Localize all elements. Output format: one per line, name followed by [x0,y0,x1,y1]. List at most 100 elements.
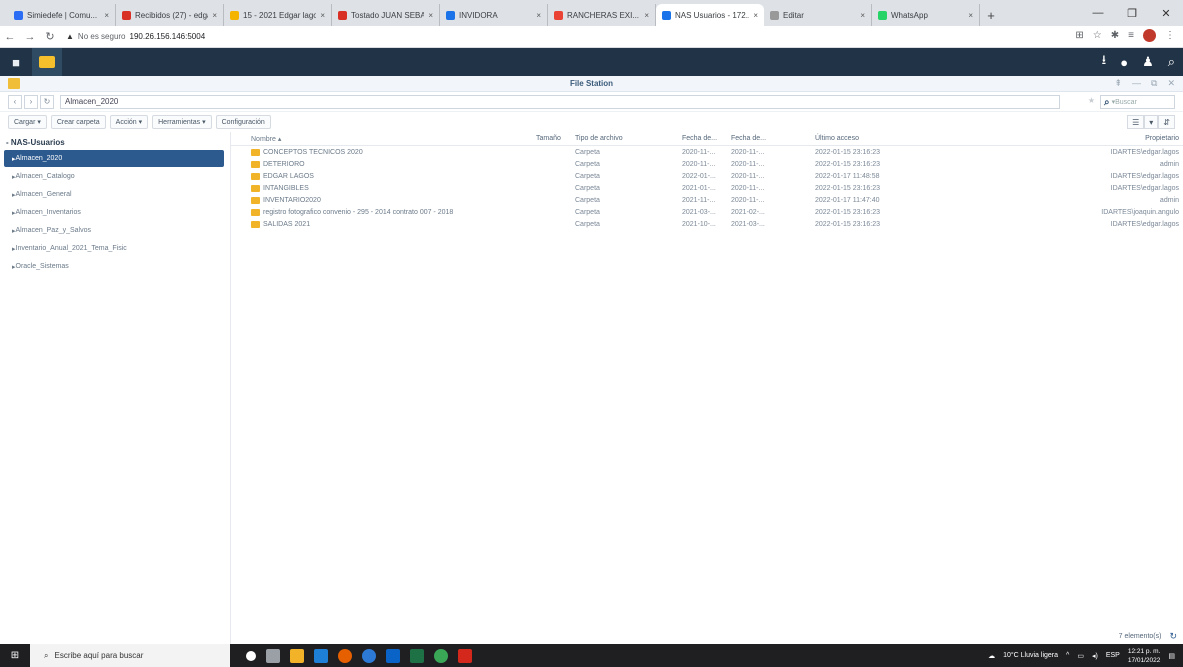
forward-button[interactable]: › [24,94,38,109]
translate-icon[interactable]: ⊞ [1075,30,1083,41]
user-icon[interactable]: ♟ [1142,54,1154,70]
view-dropdown-icon[interactable]: ▾ [1144,115,1159,129]
upload-button[interactable]: Cargar ▾ [8,115,47,129]
table-row[interactable]: EDGAR LAGOS Carpeta 2022-01-... 2020-11-...… [231,170,1183,182]
table-row[interactable]: INTANGIBLES Carpeta 2021-01-... 2020-11-...… [231,182,1183,194]
tab-close-icon[interactable]: × [428,11,433,20]
table-row[interactable]: SALIDAS 2021 Carpeta 2021-10-... 2021-03-..… [231,218,1183,230]
search-icon[interactable]: ⌕ [1168,54,1175,70]
create-folder-button[interactable]: Crear carpeta [50,115,106,129]
refresh-button[interactable]: ↻ [40,94,54,109]
browser-tab[interactable]: Recibidos (27) - edga... × [116,4,224,26]
volume-icon[interactable]: ◂) [1092,652,1098,660]
notifications-icon[interactable]: ● [1120,55,1128,70]
close-window-icon[interactable]: ✕ [1167,78,1175,89]
table-row[interactable]: CONCEPTOS TECNICOS 2020 Carpeta 2020-11-..… [231,146,1183,158]
taskbar-search[interactable]: ⌕ Escribe aquí para buscar [30,644,230,667]
browser-tab[interactable]: NAS Usuarios - 172... × [656,4,764,26]
table-row[interactable]: registro fotografico convenio - 295 - 20… [231,206,1183,218]
browser-tab[interactable]: RANCHERAS EXI... × [548,4,656,26]
reload-icon[interactable]: ↻ [40,30,60,43]
minimize-icon[interactable]: — [1081,0,1115,26]
back-icon[interactable]: ← [0,31,20,43]
browser-tab[interactable]: Editar × [764,4,872,26]
tab-close-icon[interactable]: × [104,11,109,20]
table-row[interactable]: INVENTARIO2020 Carpeta 2021-11-... 2020-11-… [231,194,1183,206]
tree-item[interactable]: ▸ Almacen_Paz_y_Salvos [4,222,224,239]
network-icon[interactable]: ▭ [1077,652,1084,660]
refresh-icon[interactable]: ↻ [1169,631,1177,642]
weather-text[interactable]: 10°C Lluvia ligera [1003,652,1058,659]
column-header[interactable]: Último acceso [815,135,910,142]
language-indicator[interactable]: ESP [1106,652,1120,659]
url-field[interactable]: ▲ No es seguro 190.26.156.146:5004 [66,32,205,41]
browser-tab[interactable]: WhatsApp × [872,4,980,26]
browser-tab[interactable]: 15 - 2021 Edgar lagos ... × [224,4,332,26]
minimize-window-icon[interactable]: — [1132,78,1141,89]
star-icon[interactable]: ☆ [1093,30,1102,41]
tab-close-icon[interactable]: × [644,11,649,20]
browser-tab[interactable]: INVIDORA × [440,4,548,26]
new-tab-button[interactable]: + [980,4,1002,26]
cortana-icon[interactable] [246,650,256,661]
windows-start-icon[interactable]: ⊞ [0,644,30,667]
tools-button[interactable]: Herramientas ▾ [152,115,212,129]
table-row[interactable]: DETERIORO Carpeta 2020-11-... 2020-11-... 20… [231,158,1183,170]
forward-icon[interactable]: → [20,31,40,43]
chrome-icon[interactable] [434,648,448,663]
tab-close-icon[interactable]: × [860,11,865,20]
task-view-icon[interactable] [266,648,280,663]
column-header[interactable]: Fecha de... [682,135,731,142]
search-input[interactable]: ⌕ ▾ Buscar [1100,95,1175,109]
favorite-icon[interactable]: ★ [1088,96,1095,105]
column-header[interactable]: Fecha de... [731,135,815,142]
store-icon[interactable] [314,648,328,663]
pin-icon[interactable]: ⇞ [1114,78,1122,89]
clock[interactable]: 12:21 p. m. 17/01/2022 [1128,647,1161,665]
weather-icon[interactable]: ☁ [988,652,995,660]
tray-arrow-icon[interactable]: ^ [1066,652,1069,659]
tree-item[interactable]: ▸ Almacen_Inventarios [4,204,224,221]
file-explorer-icon[interactable] [290,648,304,663]
tree-item[interactable]: ▸ Oracle_Sistemas [4,258,224,275]
browser-tab[interactable]: Simiedefe | Comu... × [8,4,116,26]
menu-icon[interactable]: ⋮ [1165,30,1175,41]
browser-tab[interactable]: Tostado JUAN SEBAS...× [332,4,440,26]
column-header[interactable]: Nombre ▴ [251,135,536,143]
outlook-icon[interactable] [386,648,400,663]
action-button[interactable]: Acción ▾ [109,115,149,129]
excel-icon[interactable] [410,648,424,663]
acrobat-icon[interactable] [458,648,472,663]
avatar[interactable] [1143,29,1156,42]
upload-queue-icon[interactable]: ⭳ [1102,51,1107,73]
tree-root[interactable]: - NAS-Usuarios [0,138,230,149]
tree-item[interactable]: ▸ Almacen_Catalogo [4,168,224,185]
file-station-app-icon[interactable] [32,48,62,76]
notification-center-icon[interactable]: ▤ [1168,652,1175,660]
tree-item[interactable]: ▸ Inventario_Anual_2021_Tema_Fisic [4,240,224,257]
column-header[interactable]: Propietario [910,135,1183,142]
settings-button[interactable]: Configuración [215,115,271,129]
sort-icon[interactable]: ⇵ [1158,115,1175,129]
firefox-icon[interactable] [338,648,352,663]
maximize-window-icon[interactable]: ⧉ [1151,78,1157,89]
reading-list-icon[interactable]: ≡ [1128,30,1134,41]
path-field[interactable]: Almacen_2020 [60,94,1060,109]
back-button[interactable]: ‹ [8,94,22,109]
tab-close-icon[interactable]: × [212,11,217,20]
tree-item[interactable]: ▸ Almacen_General [4,186,224,203]
restore-icon[interactable]: ❐ [1115,0,1149,26]
folder-icon [251,184,260,192]
extensions-icon[interactable]: ✱ [1111,30,1119,41]
main-menu-icon[interactable]: ■ [0,48,32,76]
tab-close-icon[interactable]: × [753,11,758,20]
tab-close-icon[interactable]: × [536,11,541,20]
tab-close-icon[interactable]: × [968,11,973,20]
list-view-icon[interactable]: ☰ [1127,115,1145,129]
column-header[interactable]: Tipo de archivo [575,135,682,142]
close-icon[interactable]: ✕ [1149,0,1183,26]
edge-icon[interactable] [362,648,376,663]
tree-item[interactable]: ▸ Almacen_2020 [4,150,224,167]
tab-close-icon[interactable]: × [320,11,325,20]
column-header[interactable]: Tamaño [536,135,575,142]
